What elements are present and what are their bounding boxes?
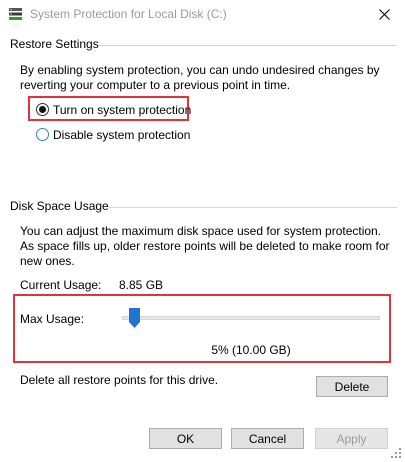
restore-settings-description: By enabling system protection, you can u…: [20, 63, 380, 92]
apply-button[interactable]: Apply: [315, 428, 388, 449]
current-usage-label: Current Usage:: [20, 278, 102, 292]
close-button[interactable]: [365, 0, 405, 30]
disable-protection-label: Disable system protection: [53, 127, 191, 142]
disk-space-divider: [100, 207, 397, 208]
max-usage-slider-track[interactable]: [122, 316, 380, 320]
current-usage-value: 8.85 GB: [119, 278, 164, 292]
turn-on-protection-radio[interactable]: Turn on system protection: [36, 102, 191, 117]
turn-on-protection-label: Turn on system protection: [53, 102, 192, 117]
ok-button[interactable]: OK: [149, 428, 222, 449]
max-usage-slider-thumb[interactable]: [129, 308, 141, 328]
radio-unselected-indicator: [36, 128, 49, 141]
window-title: System Protection for Local Disk (C:): [30, 7, 227, 21]
disk-space-description: You can adjust the maximum disk space us…: [20, 224, 390, 268]
restore-settings-divider: [97, 45, 397, 46]
title-bar: System Protection for Local Disk (C:): [0, 0, 405, 30]
disk-space-usage-label: Disk Space Usage: [10, 199, 109, 213]
radio-selected-indicator: [36, 103, 49, 116]
max-usage-percent: 5% (10.00 GB): [211, 343, 291, 357]
disable-protection-radio[interactable]: Disable system protection: [36, 127, 190, 142]
max-usage-label: Max Usage:: [20, 312, 85, 326]
resize-grip-icon[interactable]: [390, 447, 402, 459]
restore-settings-label: Restore Settings: [10, 37, 99, 51]
delete-description: Delete all restore points for this drive…: [20, 373, 219, 387]
delete-button[interactable]: Delete: [316, 376, 388, 397]
system-protection-icon: [9, 8, 22, 20]
close-icon: [379, 9, 390, 20]
cancel-button[interactable]: Cancel: [231, 428, 304, 449]
